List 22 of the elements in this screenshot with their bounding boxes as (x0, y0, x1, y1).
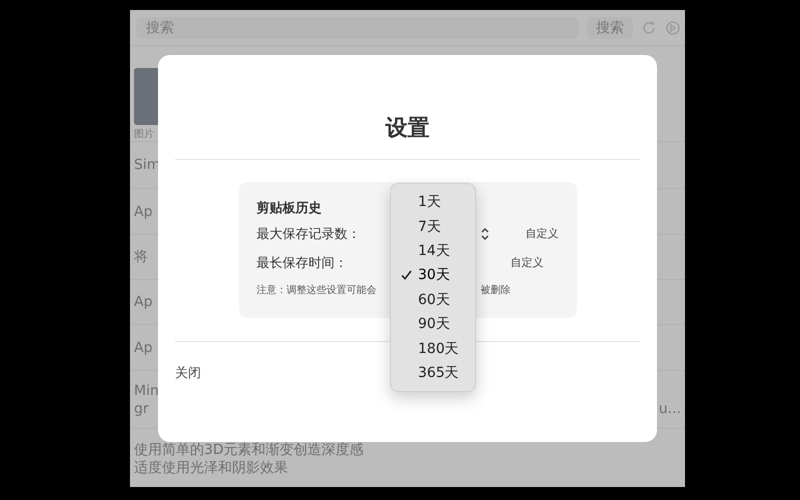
menu-item[interactable]: 180天 (391, 336, 475, 361)
search-field[interactable]: 搜索 (136, 16, 579, 38)
note-text: 被删除 (480, 284, 510, 297)
thumbnail-caption: 图片 (134, 128, 154, 141)
checkmark-icon (401, 270, 412, 280)
menu-item[interactable]: 30天 (391, 263, 475, 288)
menu-item[interactable]: 14天 (391, 238, 475, 264)
clipboard-item-text: u... (658, 400, 681, 416)
dialog-title: 设置 (384, 115, 430, 143)
note-text: 注意：调整这些设置可能会 (256, 284, 376, 297)
close-button[interactable]: 关闭 (175, 364, 201, 382)
menu-item[interactable]: 90天 (391, 312, 475, 336)
menu-item[interactable]: 60天 (391, 288, 475, 312)
setting-label: 最长保存时间： (256, 254, 348, 272)
menu-item[interactable]: 365天 (391, 360, 475, 386)
custom-link[interactable]: 自定义 (526, 226, 558, 241)
custom-link[interactable]: 自定义 (510, 255, 544, 270)
section-title: 剪贴板历史 (256, 200, 322, 218)
menu-item[interactable]: 1天 (391, 190, 475, 214)
menu-item[interactable]: 7天 (391, 214, 475, 239)
chevron-icon[interactable] (480, 226, 490, 240)
setting-label: 最大保存记录数： (256, 226, 360, 242)
